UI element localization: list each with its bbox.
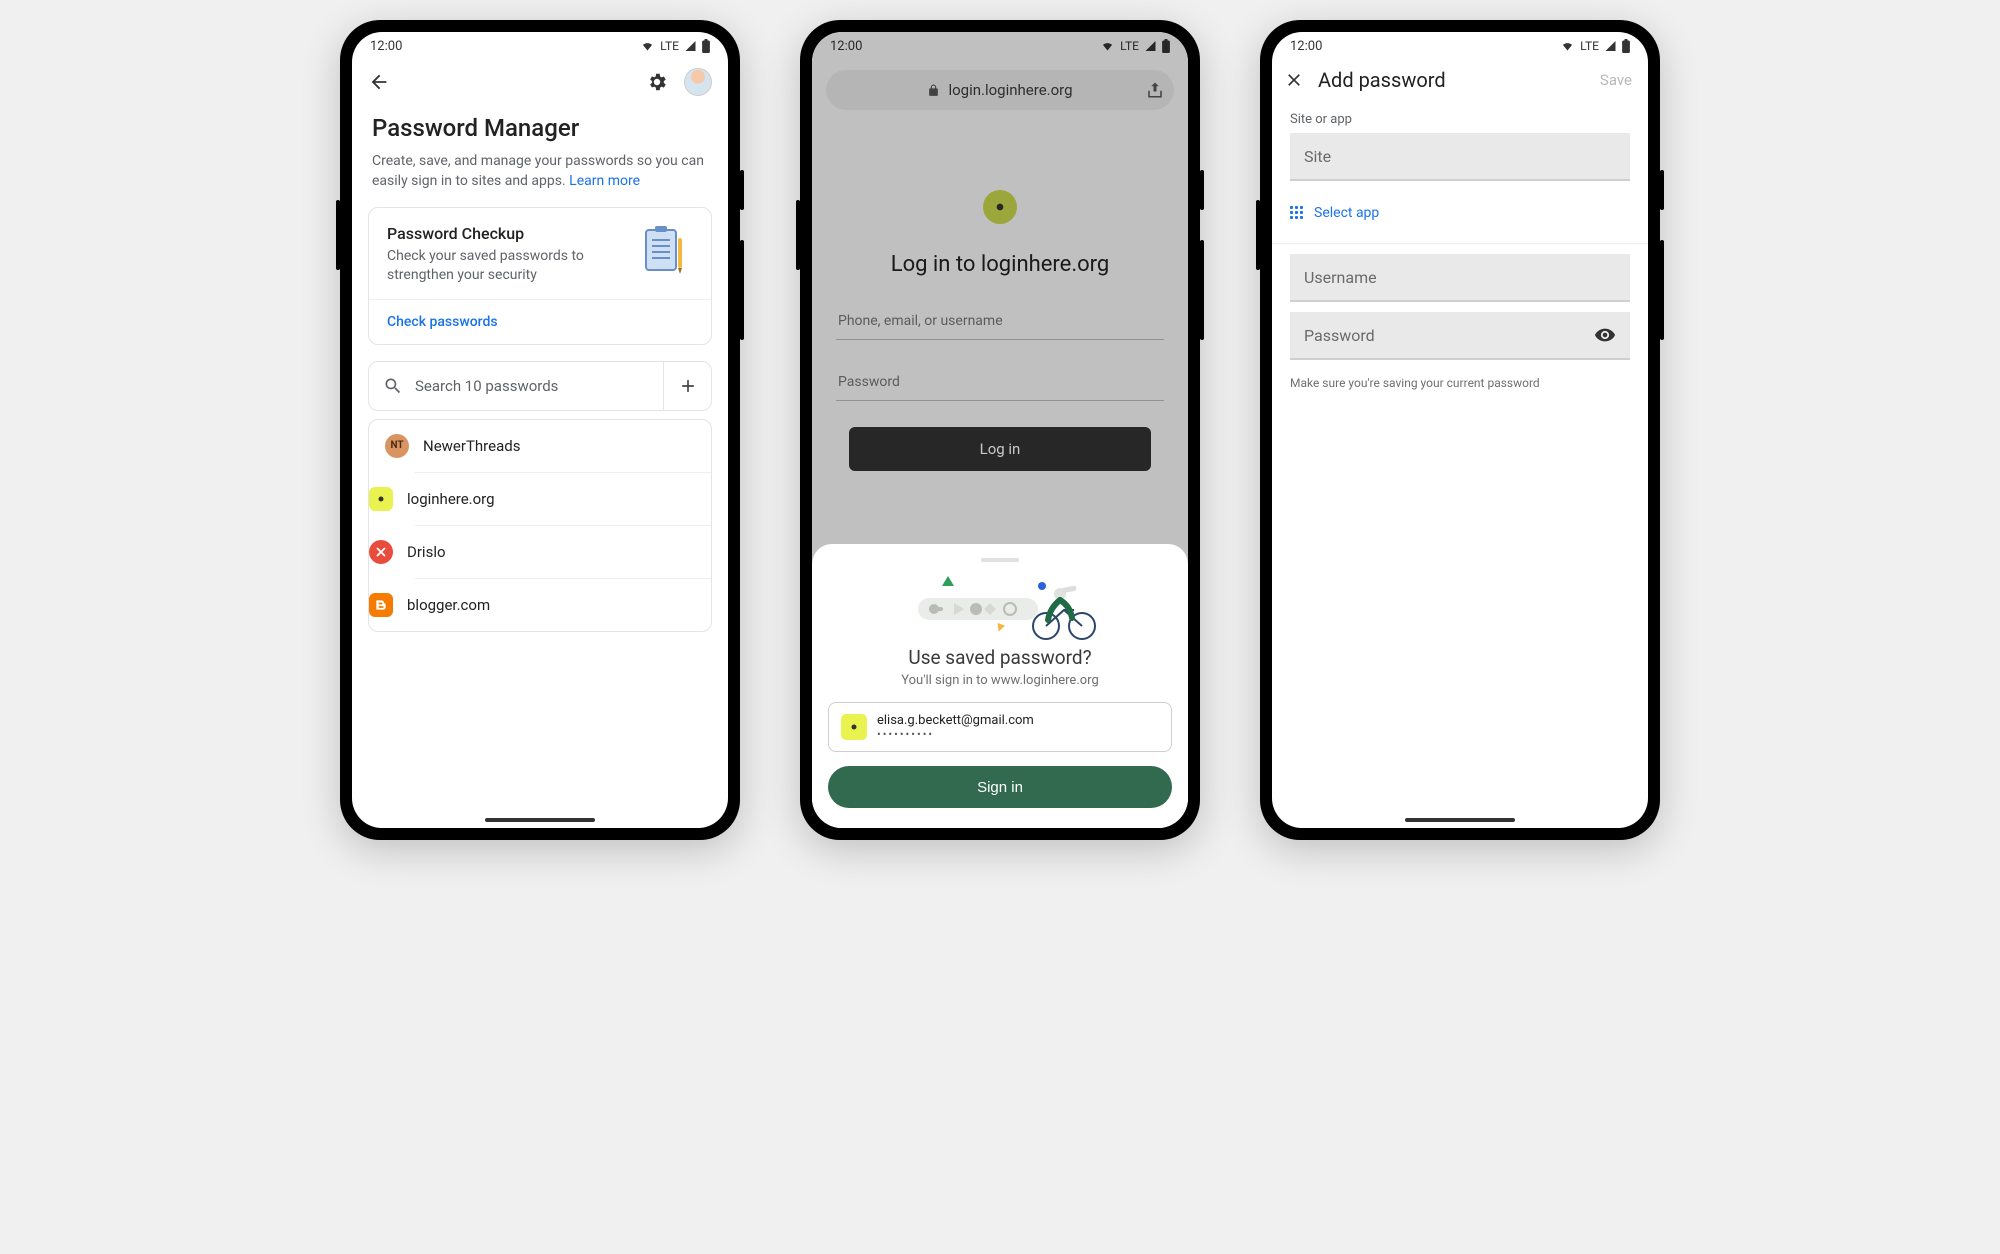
site-favicon-loginhere (369, 487, 393, 511)
gear-icon[interactable] (646, 71, 668, 93)
page-title: Add password (1318, 68, 1600, 92)
page-title: Password Manager (352, 104, 728, 152)
avatar[interactable] (684, 68, 712, 96)
signal-icon (684, 40, 697, 52)
wifi-icon (640, 40, 655, 52)
network-label: LTE (660, 39, 679, 53)
apps-grid-icon (1290, 206, 1304, 220)
sheet-title: Use saved password? (828, 646, 1172, 669)
checkup-title: Password Checkup (387, 224, 623, 243)
list-item[interactable]: NT NewerThreads (369, 420, 711, 472)
site-favicon-blogger (369, 593, 393, 617)
learn-more-link[interactable]: Learn more (569, 173, 640, 189)
list-item[interactable]: loginhere.org (415, 472, 711, 525)
network-label: LTE (1580, 39, 1599, 53)
screen-password-manager: 12:00 LTE Password Manager Create, save,… (352, 32, 728, 828)
password-input[interactable]: Password (1290, 312, 1630, 360)
page-subtitle: Create, save, and manage your passwords … (352, 152, 728, 207)
battery-icon (702, 39, 710, 53)
username-input[interactable]: Username (1290, 254, 1630, 302)
password-checkup-card: Password Checkup Check your saved passwo… (368, 207, 712, 345)
back-icon[interactable] (368, 71, 390, 93)
credential-email: elisa.g.beckett@gmail.com (877, 713, 1034, 728)
search-icon (383, 376, 403, 396)
status-time: 12:00 (370, 39, 402, 54)
credential-password-masked: •••••••••• (877, 728, 1034, 741)
wifi-icon (1560, 40, 1575, 52)
save-button[interactable]: Save (1600, 71, 1632, 89)
site-favicon-newerthreads: NT (385, 434, 409, 458)
sheet-illustration (828, 568, 1172, 642)
signal-icon (1604, 40, 1617, 52)
screen-autofill: 12:00 LTE login.loginhere.org (812, 32, 1188, 828)
close-icon[interactable] (1284, 70, 1304, 90)
phone-mockup-password-manager: 12:00 LTE Password Manager Create, save,… (340, 20, 740, 840)
status-time: 12:00 (1290, 39, 1322, 54)
saved-credential-option[interactable]: elisa.g.beckett@gmail.com •••••••••• (828, 702, 1172, 752)
plus-icon (678, 376, 698, 396)
battery-icon (1622, 39, 1630, 53)
add-password-button[interactable] (663, 362, 711, 410)
autofill-bottom-sheet: Use saved password? You'll sign in to ww… (812, 544, 1188, 828)
search-passwords-bar: Search 10 passwords (368, 361, 712, 411)
checkup-subtitle: Check your saved passwords to strengthen… (387, 247, 623, 285)
list-item[interactable]: blogger.com (415, 578, 711, 631)
check-passwords-button[interactable]: Check passwords (369, 300, 711, 344)
sheet-grab-handle[interactable] (981, 558, 1019, 562)
screen-add-password: 12:00 LTE Add password Save Site or app … (1272, 32, 1648, 828)
search-placeholder: Search 10 passwords (415, 377, 558, 395)
site-input[interactable]: Site (1290, 133, 1630, 181)
helper-text: Make sure you're saving your current pas… (1272, 370, 1648, 396)
site-label: Site or app (1272, 112, 1648, 127)
sheet-subtitle: You'll sign in to www.loginhere.org (828, 673, 1172, 688)
status-bar: 12:00 LTE (1272, 32, 1648, 60)
credential-favicon (841, 714, 867, 740)
phone-mockup-add-password: 12:00 LTE Add password Save Site or app … (1260, 20, 1660, 840)
checkup-illustration (637, 224, 693, 285)
phone-mockup-autofill: 12:00 LTE login.loginhere.org (800, 20, 1200, 840)
visibility-toggle-icon[interactable] (1594, 324, 1616, 346)
status-bar: 12:00 LTE (352, 32, 728, 60)
list-item[interactable]: Drislo (415, 525, 711, 578)
sign-in-button[interactable]: Sign in (828, 766, 1172, 808)
search-input[interactable]: Search 10 passwords (369, 362, 663, 410)
password-list: NT NewerThreads loginhere.org Drislo bl (368, 419, 712, 632)
site-favicon-drislo (369, 540, 393, 564)
home-indicator[interactable] (1405, 818, 1515, 822)
select-app-button[interactable]: Select app (1272, 191, 1648, 244)
home-indicator[interactable] (485, 818, 595, 822)
